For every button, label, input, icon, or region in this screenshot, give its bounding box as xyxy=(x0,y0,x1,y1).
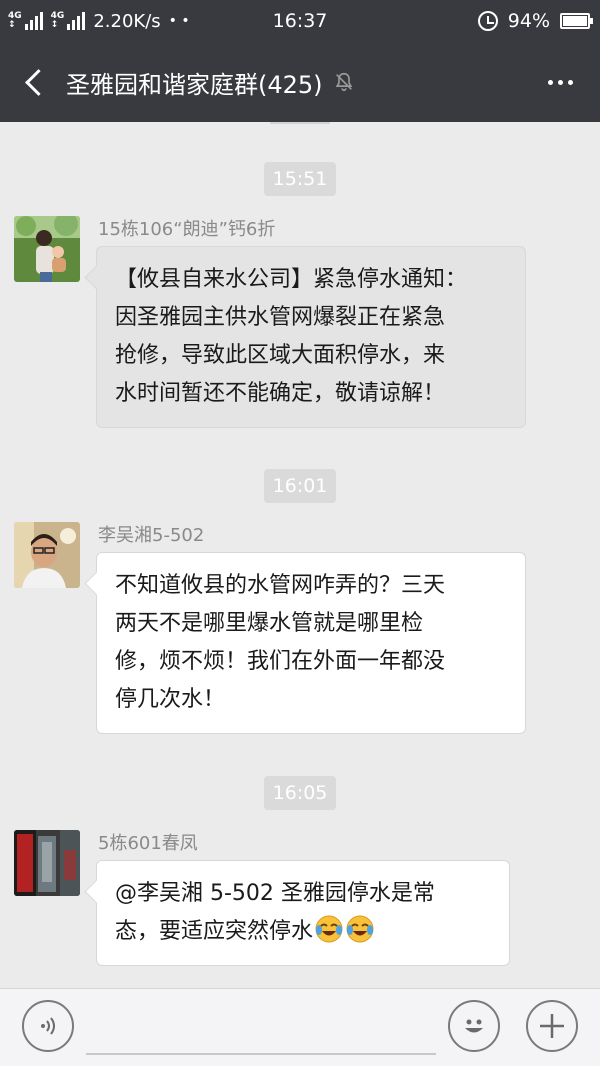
muted-bell-icon xyxy=(335,72,352,92)
plus-button[interactable] xyxy=(526,1000,578,1052)
smiley-icon xyxy=(465,1019,483,1033)
voice-button[interactable] xyxy=(22,1000,74,1052)
battery-percent: 94% xyxy=(507,10,550,32)
sender-name: 李吴湘5-502 xyxy=(98,525,205,546)
message-input[interactable] xyxy=(86,999,436,1055)
crying-laughing-emoji xyxy=(346,915,374,943)
message-bubble[interactable]: 【攸县自来水公司】紧急停水通知： 因圣雅园主供水管网爆裂正在紧急 抢修，导致此区… xyxy=(96,246,526,428)
alarm-icon xyxy=(477,11,498,31)
input-bar xyxy=(0,988,600,1066)
plus-icon xyxy=(540,1014,564,1038)
chevron-left-icon xyxy=(24,68,52,96)
timestamp-badge: 15:51 xyxy=(264,162,336,196)
status-bar: 4G ↕ 4G ↕ 2.20K/s • • 16:37 94% xyxy=(0,0,600,42)
message-bubble[interactable]: 不知道攸县的水管网咋弄的？三天 两天不是哪里爆水管就是哪里检 修，烦不烦！我们在… xyxy=(96,552,526,734)
voice-icon xyxy=(41,1017,55,1035)
message-text: 不知道攸县的水管网咋弄的？三天 两天不是哪里爆水管就是哪里检 修，烦不烦！我们在… xyxy=(115,573,446,712)
message-text: 【攸县自来水公司】紧急停水通知： 因圣雅园主供水管网爆裂正在紧急 抢修，导致此区… xyxy=(115,267,468,406)
emoji-button[interactable] xyxy=(448,1000,500,1052)
avatar[interactable] xyxy=(14,216,80,282)
message-text: @李吴湘 5-502 圣雅园停水是常 态，要适应突然停水 xyxy=(115,881,435,944)
message-bubble[interactable]: @李吴湘 5-502 圣雅园停水是常 态，要适应突然停水 xyxy=(96,860,510,966)
battery-icon xyxy=(560,13,593,29)
crying-laughing-emoji xyxy=(315,915,343,943)
chat-area[interactable]: 15:51 15栋106“朗迪”钙6折 【攸县自来水公司】紧急停水通知： 因圣雅… xyxy=(0,122,600,988)
avatar[interactable] xyxy=(14,830,80,896)
timestamp-badge: 16:05 xyxy=(264,776,336,810)
nav-bar: 圣雅园和谐家庭群(425) xyxy=(0,42,600,122)
more-button[interactable] xyxy=(540,64,580,100)
more-dots-icon xyxy=(547,79,553,85)
back-button[interactable] xyxy=(16,62,52,102)
timestamp-badge: 16:01 xyxy=(264,469,336,503)
avatar[interactable] xyxy=(14,522,80,588)
sender-name: 5栋601春凤 xyxy=(98,833,198,854)
chat-title: 圣雅园和谐家庭群(425) xyxy=(66,70,323,99)
scroll-indicator xyxy=(270,122,330,124)
sender-name: 15栋106“朗迪”钙6折 xyxy=(98,219,276,240)
